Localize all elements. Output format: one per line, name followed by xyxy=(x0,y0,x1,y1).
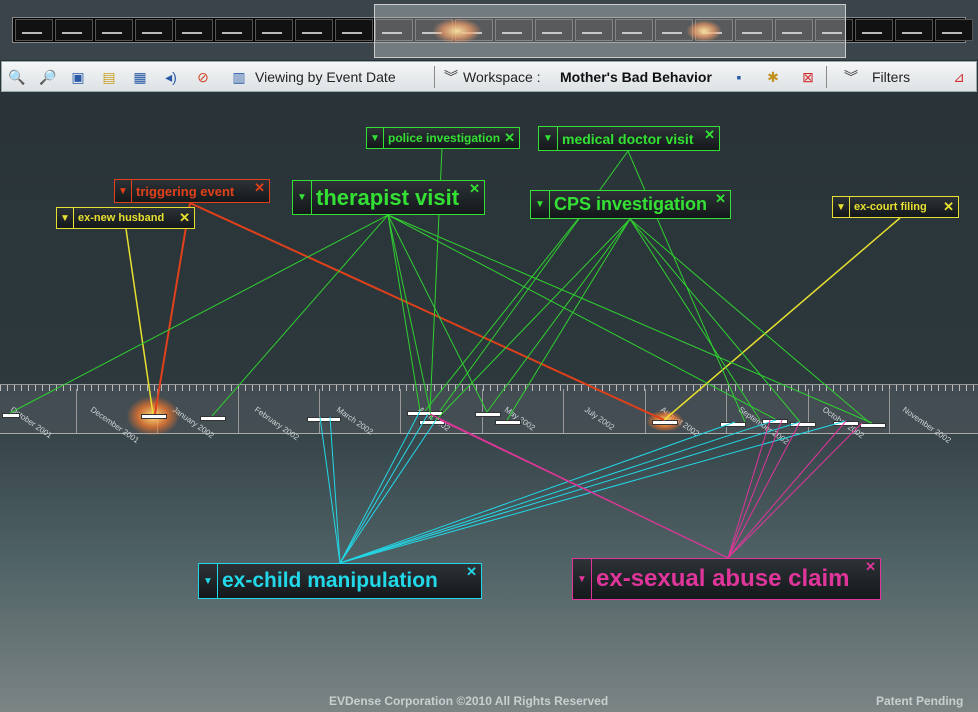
link-line xyxy=(339,413,429,564)
link-line xyxy=(387,214,776,420)
tag-label: ex-new husband xyxy=(78,212,165,224)
tag-dropdown-icon[interactable]: ▼ xyxy=(573,559,592,599)
tag-ex-sexual-abuse-claim[interactable]: ▼ ex-sexual abuse claim ✕ xyxy=(572,558,881,600)
close-icon[interactable]: ✕ xyxy=(466,564,477,580)
tag-dropdown-icon[interactable]: ▼ xyxy=(539,127,558,150)
link-line xyxy=(339,419,777,564)
link-line xyxy=(125,228,154,415)
tag-ex-new-husband[interactable]: ▼ ex-new husband ✕ xyxy=(56,207,195,229)
close-icon[interactable]: ✕ xyxy=(254,180,265,196)
tag-connection-lines xyxy=(9,147,901,564)
cyan-links xyxy=(319,410,847,564)
link-line xyxy=(387,214,433,421)
red-links xyxy=(154,202,665,421)
link-line xyxy=(439,419,729,559)
patent-text: Patent Pending xyxy=(876,694,964,708)
close-icon[interactable]: ✕ xyxy=(179,210,190,226)
tag-ex-court-filing[interactable]: ▼ ex-court filing ✕ xyxy=(832,196,959,218)
tag-dropdown-icon[interactable]: ▼ xyxy=(199,564,218,598)
link-line xyxy=(339,421,736,564)
tag-label: therapist visit xyxy=(316,184,460,210)
link-line xyxy=(9,214,389,414)
tag-triggering-event[interactable]: ▼ triggering event ✕ xyxy=(114,179,270,203)
link-line xyxy=(435,218,631,421)
tag-dropdown-icon[interactable]: ▼ xyxy=(293,181,312,214)
link-line xyxy=(629,218,801,423)
link-line xyxy=(319,416,341,564)
close-icon[interactable]: ✕ xyxy=(704,127,715,143)
link-line xyxy=(727,421,801,559)
link-line xyxy=(387,214,421,412)
link-line xyxy=(727,420,847,559)
link-line xyxy=(329,416,341,564)
tag-medical-doctor-visit[interactable]: ▼ medical doctor visit ✕ xyxy=(538,126,720,151)
link-line xyxy=(629,218,871,424)
tag-therapist-visit[interactable]: ▼ therapist visit ✕ xyxy=(292,180,485,215)
close-icon[interactable]: ✕ xyxy=(504,130,515,146)
link-line xyxy=(629,218,761,421)
tag-label: ex-sexual abuse claim xyxy=(596,565,850,592)
link-line xyxy=(387,214,873,424)
magenta-links xyxy=(429,413,863,559)
link-line xyxy=(727,419,783,559)
link-line xyxy=(339,419,437,564)
close-icon[interactable]: ✕ xyxy=(469,181,480,197)
tag-label: police investigation xyxy=(388,131,501,145)
tag-label: triggering event xyxy=(136,183,235,199)
copyright-text: EVDense Corporation ©2010 All Rights Res… xyxy=(329,694,609,708)
tag-cps-investigation[interactable]: ▼ CPS investigation ✕ xyxy=(530,190,731,219)
tag-label: ex-court filing xyxy=(854,201,927,213)
tag-dropdown-icon[interactable]: ▼ xyxy=(833,197,850,217)
link-line xyxy=(339,420,847,564)
tag-dropdown-icon[interactable]: ▼ xyxy=(57,208,74,228)
link-line xyxy=(424,218,579,412)
close-icon[interactable]: ✕ xyxy=(865,559,876,575)
tag-police-investigation[interactable]: ▼ police investigation ✕ xyxy=(366,127,520,149)
tag-ex-child-manipulation[interactable]: ▼ ex-child manipulation ✕ xyxy=(198,563,482,599)
tag-dropdown-icon[interactable]: ▼ xyxy=(531,191,550,218)
link-line xyxy=(506,218,631,421)
tag-label: medical doctor visit xyxy=(562,130,694,147)
tag-dropdown-icon[interactable]: ▼ xyxy=(115,180,132,202)
tag-label: CPS investigation xyxy=(554,194,708,214)
link-line xyxy=(211,214,389,417)
tag-label: ex-child manipulation xyxy=(222,569,438,592)
link-line xyxy=(663,217,901,421)
link-line xyxy=(154,202,191,415)
link-line xyxy=(339,421,801,564)
yellow-links xyxy=(125,217,901,421)
close-icon[interactable]: ✕ xyxy=(943,199,954,215)
close-icon[interactable]: ✕ xyxy=(715,191,726,207)
tag-dropdown-icon[interactable]: ▼ xyxy=(367,128,384,148)
